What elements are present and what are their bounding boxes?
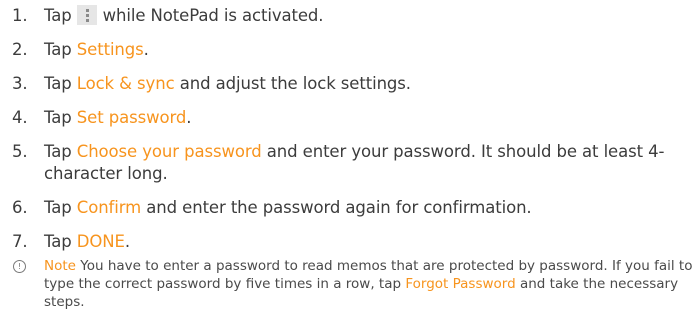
instruction-document: 1. Tap while NotePad is activated. 2. Tap…: [0, 0, 700, 320]
step-text: Tap: [44, 6, 72, 25]
done-term: DONE: [76, 232, 125, 251]
note-block: ! Note You have to enter a password to re…: [12, 257, 700, 311]
step-4: 4. Tap Set password.: [12, 107, 692, 129]
set-password-term: Set password: [76, 108, 187, 127]
step-number: 6.: [12, 198, 28, 217]
step-text: Tap: [44, 40, 77, 59]
step-text: and enter the password again for confirm…: [141, 198, 532, 217]
step-number: 4.: [12, 108, 28, 127]
lock-sync-term: Lock & sync: [76, 74, 175, 93]
step-text: Tap: [44, 232, 77, 251]
note-label: Note: [44, 258, 76, 274]
step-number: 3.: [12, 74, 28, 93]
step-number: 7.: [12, 232, 28, 251]
step-number: 2.: [12, 40, 28, 59]
step-text: .: [124, 232, 130, 251]
step-text: .: [186, 108, 192, 127]
step-number: 5.: [12, 142, 28, 161]
confirm-term: Confirm: [76, 198, 142, 217]
forgot-password-term: Forgot Password: [405, 276, 516, 292]
choose-password-term: Choose your password: [76, 142, 262, 161]
step-number: 1.: [12, 6, 28, 25]
step-7: 7. Tap DONE.: [12, 231, 692, 253]
step-2: 2. Tap Settings.: [12, 39, 692, 61]
step-text: and adjust the lock settings.: [174, 74, 411, 93]
note-icon: !: [13, 260, 26, 273]
step-text: Tap: [44, 142, 77, 161]
settings-term: Settings: [76, 40, 144, 59]
step-text: Tap: [44, 74, 77, 93]
step-6: 6. Tap Confirm and enter the password ag…: [12, 197, 692, 219]
steps-list: 1. Tap while NotePad is activated. 2. Tap…: [12, 5, 692, 261]
step-text: Tap: [44, 108, 77, 127]
step-5: 5. Tap Choose your password and enter yo…: [12, 141, 692, 185]
step-text: while NotePad is activated.: [102, 6, 324, 25]
menu-icon: [76, 5, 97, 25]
step-text: .: [143, 40, 149, 59]
step-1: 1. Tap while NotePad is activated.: [12, 5, 692, 27]
step-3: 3. Tap Lock & sync and adjust the lock s…: [12, 73, 692, 95]
step-text: Tap: [44, 198, 77, 217]
